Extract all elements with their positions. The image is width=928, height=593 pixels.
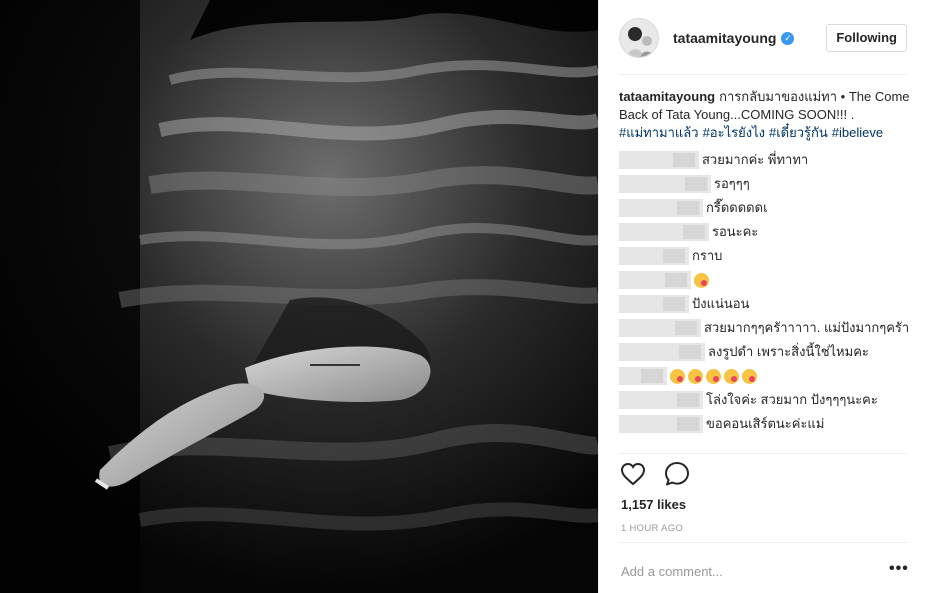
comment-text: กราบ: [692, 248, 723, 263]
blurred-username[interactable]: [619, 343, 705, 361]
comment-row: [619, 268, 911, 292]
post-side-panel: tataamitayoung ✓ Following tataamitayoun…: [598, 0, 928, 593]
comment-button[interactable]: [663, 460, 691, 488]
comment-row: [619, 364, 911, 388]
comments-list: tataamitayoung การกลับมาของแม่ทา • The Co…: [619, 88, 911, 436]
comment-row: รอนะคะ: [619, 220, 911, 244]
caption: tataamitayoung การกลับมาของแม่ทา • The Co…: [619, 88, 911, 142]
post-view: tataamitayoung ✓ Following tataamitayoun…: [0, 0, 928, 593]
blurred-username[interactable]: [619, 415, 703, 433]
comment-row: รอๆๆๆ: [619, 172, 911, 196]
comment-row: ลงรูปดำ เพราะสิ่งนี้ใช่ไหมคะ: [619, 340, 911, 364]
comment-text: ลงรูปดำ เพราะสิ่งนี้ใช่ไหมคะ: [708, 344, 869, 359]
blurred-username[interactable]: [619, 271, 691, 289]
comment-row: ขอคอนเสิร์ตนะค่ะแม่: [619, 412, 911, 436]
blurred-username[interactable]: [619, 367, 667, 385]
blurred-username[interactable]: [619, 319, 701, 337]
kissing-face-emoji: [724, 368, 739, 384]
hashtags: #แม่ทามาแล้ว #อะไรยังไง #เดี๋ยวรู้กัน #ibel…: [619, 124, 911, 142]
kissing-face-emoji: [694, 272, 709, 288]
comment-text: รอๆๆๆ: [714, 176, 750, 191]
comment-row: สวยมากๆๆครัาาาาา. แม่ปังมากๆครัา: [619, 316, 911, 340]
following-button[interactable]: Following: [826, 24, 907, 52]
comment-bubble-icon: [665, 462, 689, 486]
profile-picture-icon: [620, 19, 658, 57]
caption-username[interactable]: tataamitayoung: [619, 89, 715, 104]
add-comment-input[interactable]: [621, 562, 871, 580]
comment-text: สวยมากๆๆครัาาาาา. แม่ปังมากๆครัา: [704, 320, 910, 335]
hashtag-link[interactable]: #อะไรยังไง: [703, 125, 765, 140]
comment-text: รอนะคะ: [712, 224, 759, 239]
comment-row: สวยมากค่ะ พี่ทาทา: [619, 148, 911, 172]
hashtag-link[interactable]: #เดี๋ยวรู้กัน: [769, 125, 828, 140]
post-photo[interactable]: [0, 0, 598, 593]
comment-divider: [619, 542, 907, 543]
comment-text: ขอคอนเสิร์ตนะค่ะแม่: [706, 416, 825, 431]
blurred-username[interactable]: [619, 295, 689, 313]
heart-icon: [620, 462, 646, 486]
comment-row: ปังแน่นอน: [619, 292, 911, 316]
blurred-username[interactable]: [619, 199, 703, 217]
hashtag-link[interactable]: #ibelieve: [832, 125, 883, 140]
kissing-face-emoji: [670, 368, 685, 384]
comment-text: ปังแน่นอน: [692, 296, 750, 311]
blurred-username[interactable]: [619, 247, 689, 265]
blurred-username[interactable]: [619, 391, 703, 409]
kissing-face-emoji: [706, 368, 721, 384]
comment-row: กราบ: [619, 244, 911, 268]
header-divider: [619, 74, 907, 75]
blurred-username[interactable]: [619, 223, 709, 241]
post-actions: [619, 460, 691, 488]
username-link[interactable]: tataamitayoung: [673, 30, 776, 46]
blurred-username[interactable]: [619, 151, 699, 169]
hashtag-link[interactable]: #แม่ทามาแล้ว: [619, 125, 699, 140]
blurred-username[interactable]: [619, 175, 711, 193]
avatar[interactable]: [619, 18, 659, 58]
like-button[interactable]: [619, 460, 647, 488]
more-options-icon[interactable]: •••: [889, 560, 909, 578]
comment-text: กรี๊ดดดดดเ: [706, 200, 768, 215]
actions-divider: [619, 453, 907, 454]
comment-text: โล่งใจค่ะ สวยมาก ปังๆๆๆนะคะ: [706, 392, 878, 407]
verified-badge-icon: ✓: [781, 31, 795, 45]
post-header: tataamitayoung ✓ Following: [619, 16, 907, 60]
kissing-face-emoji: [742, 368, 757, 384]
comment-text: สวยมากค่ะ พี่ทาทา: [702, 152, 809, 167]
comment-row: โล่งใจค่ะ สวยมาก ปังๆๆๆนะคะ: [619, 388, 911, 412]
kissing-face-emoji: [688, 368, 703, 384]
likes-count[interactable]: 1,157 likes: [621, 497, 686, 512]
comment-row: กรี๊ดดดดดเ: [619, 196, 911, 220]
water-legs-photo: [0, 0, 598, 593]
post-timestamp[interactable]: 1 HOUR AGO: [621, 523, 683, 534]
